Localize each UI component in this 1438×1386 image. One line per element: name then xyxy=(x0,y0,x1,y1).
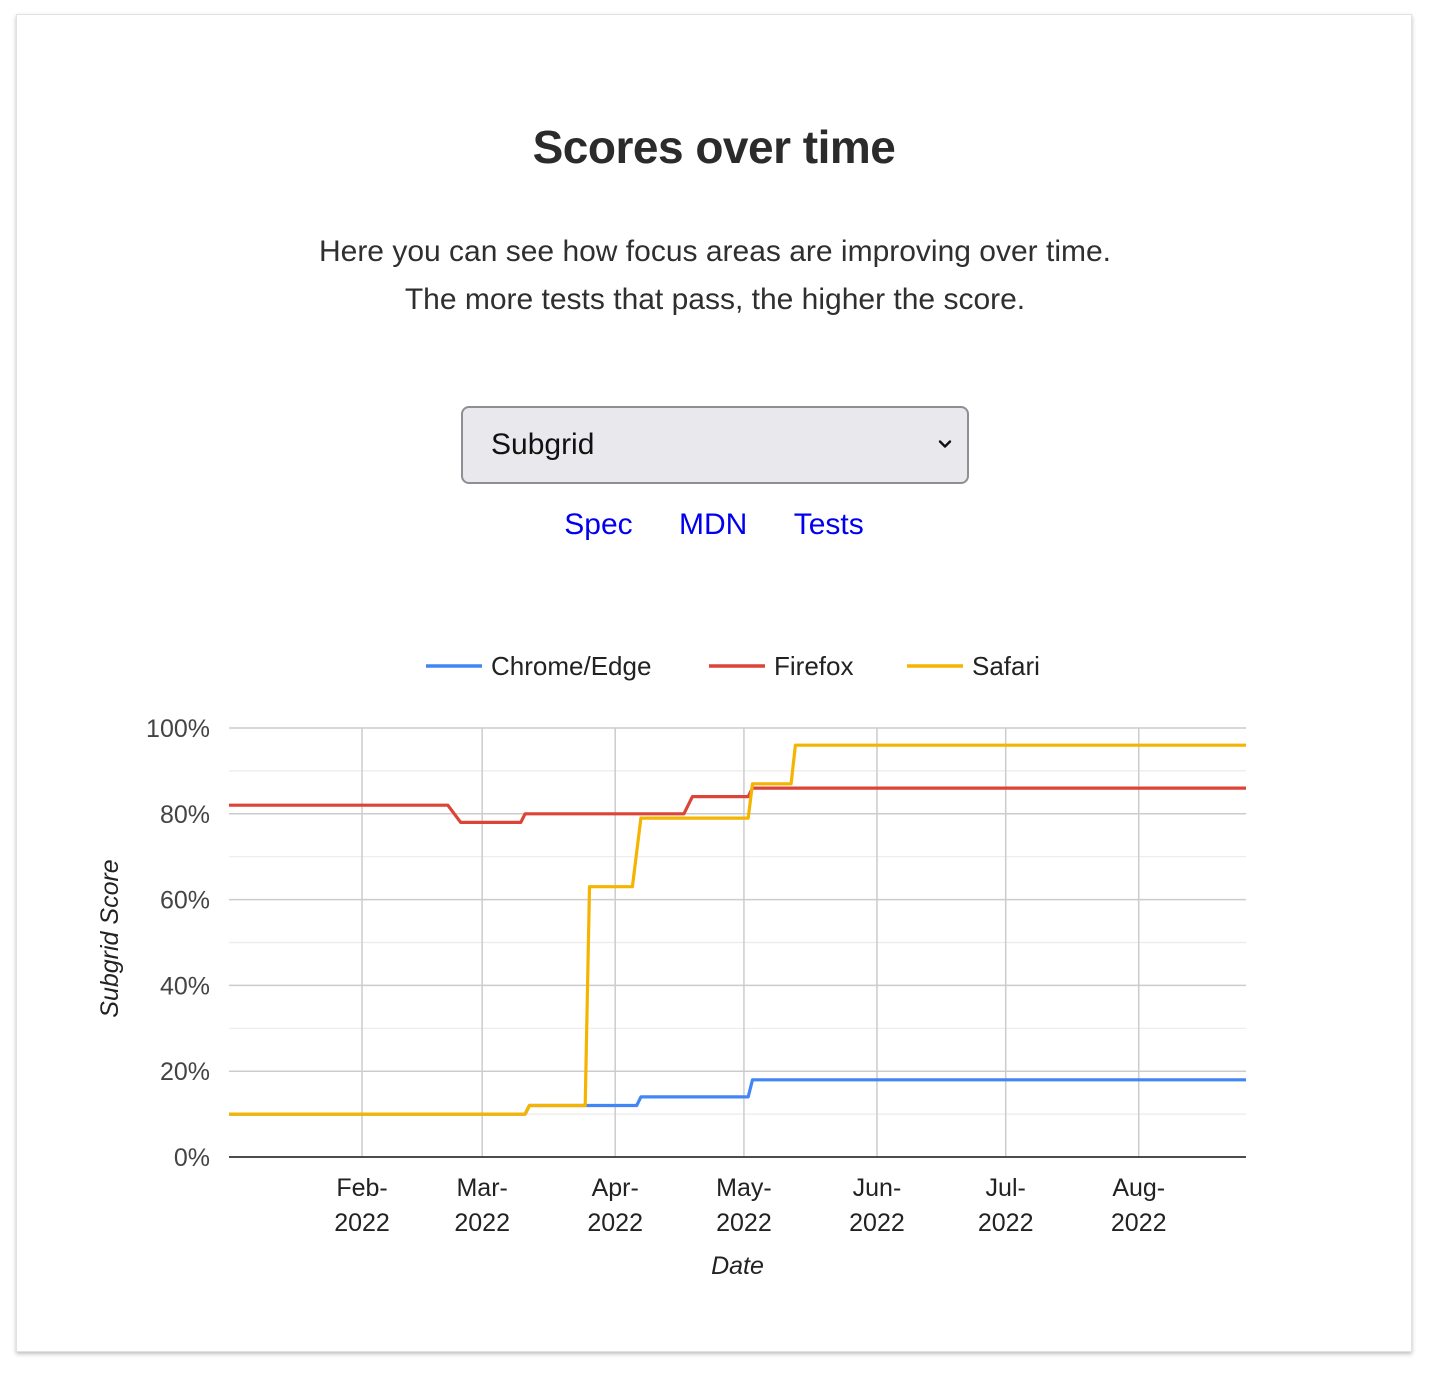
series-line-safari xyxy=(229,743,1246,1116)
legend-label: Safari xyxy=(972,651,1040,681)
legend-label: Chrome/Edge xyxy=(491,651,651,681)
legend-label: Firefox xyxy=(774,651,853,681)
y-tick-label: 80% xyxy=(160,801,210,829)
x-tick-label: Jun- xyxy=(853,1174,902,1202)
x-tick-label: May- xyxy=(716,1174,772,1202)
x-tick-label-year: 2022 xyxy=(454,1209,510,1237)
y-tick-label: 0% xyxy=(174,1144,210,1172)
x-tick-label-year: 2022 xyxy=(978,1209,1034,1237)
x-tick-label-year: 2022 xyxy=(849,1209,905,1237)
y-tick-label: 20% xyxy=(160,1058,210,1086)
x-tick-label: Mar- xyxy=(456,1174,507,1202)
x-tick-label: Feb- xyxy=(336,1174,387,1202)
series-line-chrome-edge xyxy=(229,1078,1246,1116)
scores-chart: 0% 20% 40% 60% 80% 100% Feb- 2022 Mar- 2022 Apr- 20… xyxy=(96,651,1246,1280)
x-axis-title: Date xyxy=(711,1252,764,1280)
y-tick-label: 40% xyxy=(160,972,210,1000)
y-axis-title: Subgrid Score xyxy=(96,859,124,1017)
x-tick-label-year: 2022 xyxy=(716,1209,772,1237)
y-tick-label: 100% xyxy=(146,715,210,743)
y-tick-label: 60% xyxy=(160,887,210,915)
x-tick-label: Jul- xyxy=(986,1174,1026,1202)
x-tick-label: Aug- xyxy=(1112,1174,1165,1202)
x-tick-label: Apr- xyxy=(592,1174,639,1202)
x-tick-label-year: 2022 xyxy=(587,1209,643,1237)
x-tick-label-year: 2022 xyxy=(1111,1209,1167,1237)
x-tick-label-year: 2022 xyxy=(334,1209,390,1237)
